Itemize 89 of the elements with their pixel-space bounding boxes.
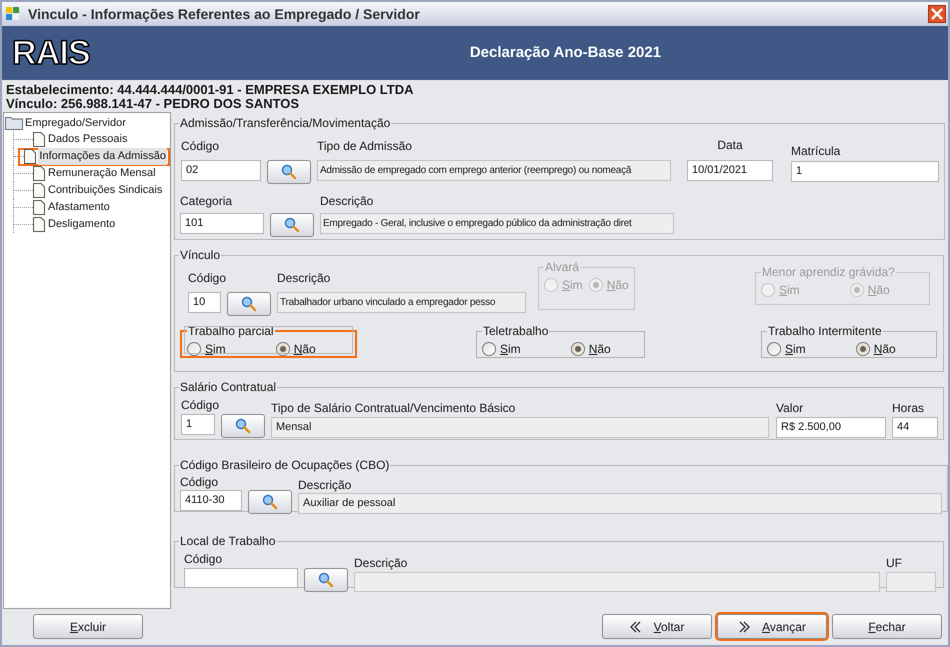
search-button[interactable]: [270, 213, 314, 237]
text-field[interactable]: Mensal: [271, 417, 769, 438]
document-icon: [33, 217, 45, 232]
tree-item[interactable]: Informações da Admissão: [18, 148, 170, 166]
field-label: Data: [717, 137, 743, 154]
field-label: UF: [886, 555, 902, 572]
group-title: Alvará: [544, 259, 580, 276]
search-icon: [262, 494, 278, 510]
search-button[interactable]: [304, 568, 348, 592]
search-button[interactable]: [221, 414, 265, 438]
field-label: Código: [181, 138, 220, 155]
folder-icon: [5, 116, 23, 130]
search-icon: [241, 296, 257, 312]
search-icon: [284, 217, 300, 233]
info-line: Vínculo: 256.988.141-47 - PEDRO DOS SANTOS: [6, 97, 300, 111]
document-icon: [33, 166, 45, 181]
group-title: Menor aprendiz grávida?: [761, 264, 896, 281]
text-field[interactable]: 10: [188, 292, 221, 313]
text-field[interactable]: [184, 568, 298, 588]
field-label: Código: [180, 474, 218, 491]
field-label: Descrição: [354, 555, 408, 572]
field-label: Tipo de Salário Contratual/Vencimento Básico: [271, 400, 516, 417]
document-icon: [33, 200, 45, 215]
document-icon: [33, 183, 45, 198]
field-label: Descrição: [298, 477, 352, 494]
radio-option[interactable]: Não: [570, 340, 611, 358]
header-title: Declaração Ano-Base 2021: [470, 42, 662, 63]
tree-item[interactable]: Remuneração Mensal: [33, 164, 158, 182]
close-button[interactable]: [928, 5, 946, 23]
field-label: Descrição: [320, 193, 374, 210]
dialog-button[interactable]: Fechar: [832, 614, 942, 639]
group-title: Teletrabalho: [482, 323, 550, 340]
text-field[interactable]: 4110-30: [180, 490, 242, 511]
group-title: Código Brasileiro de Ocupações (CBO): [179, 457, 390, 474]
radio-option[interactable]: Não: [856, 340, 896, 358]
field-label: Tipo de Admissão: [317, 138, 412, 155]
info-line: Estabelecimento: 44.444.444/0001-91 - EMPRESA EXEMPLO LTDA: [6, 83, 414, 97]
search-button[interactable]: [267, 160, 311, 184]
group-title: Salário Contratual: [179, 379, 278, 396]
text-field[interactable]: 44: [892, 417, 938, 438]
text-field[interactable]: R$ 2.500,00: [776, 417, 886, 438]
logo: RAIS: [12, 32, 90, 74]
field-label: Descrição: [277, 270, 330, 287]
field-label: Matrícula: [791, 143, 840, 160]
search-icon: [281, 164, 297, 180]
text-field[interactable]: [354, 572, 880, 592]
document-icon: [33, 132, 45, 147]
radio-option[interactable]: Sim: [482, 340, 521, 358]
text-field[interactable]: Trabalhador urbano vinculado a empregador pesso: [277, 292, 526, 313]
text-field[interactable]: 10/01/2021: [687, 160, 773, 181]
search-icon: [235, 418, 251, 434]
search-icon: [318, 572, 334, 588]
field-label: Código: [181, 397, 220, 414]
back-button[interactable]: Voltar: [602, 614, 712, 639]
text-field[interactable]: Admissão de empregado com emprego anterior (reemprego) ou nomeaçã: [317, 160, 671, 181]
close-icon: [931, 8, 943, 20]
tree-item[interactable]: Dados Pessoais: [33, 130, 130, 148]
double-chevron-left-icon: [630, 620, 642, 632]
window-title: Vinculo - Informações Referentes ao Empregado / Servidor: [28, 4, 420, 24]
text-field[interactable]: Auxiliar de pessoal: [298, 493, 942, 514]
search-button[interactable]: [248, 490, 292, 514]
tree-label: Empregado/Servidor: [25, 116, 126, 131]
text-field[interactable]: Empregado - Geral, inclusive o empregado público da administração diret: [320, 213, 674, 234]
field-label: Valor: [776, 400, 804, 417]
search-button[interactable]: [227, 292, 271, 316]
text-field[interactable]: 1: [181, 414, 215, 435]
text-field[interactable]: [886, 572, 936, 592]
field-label: Código: [188, 270, 226, 287]
field-label: Horas: [892, 400, 924, 417]
tree-item[interactable]: Contribuições Sindicais: [33, 182, 164, 200]
group-title: Admissão/Transferência/Movimentação: [179, 115, 392, 132]
text-field[interactable]: 02: [181, 160, 261, 181]
group-title: Vínculo: [179, 247, 222, 264]
field-label: Categoria: [180, 193, 232, 210]
text-field[interactable]: 101: [180, 213, 264, 234]
radio-option[interactable]: Não: [276, 340, 316, 358]
field-label: Código: [184, 551, 222, 568]
radio-option[interactable]: Sim: [767, 340, 806, 358]
group-title: Trabalho parcial: [187, 323, 275, 340]
double-chevron-right-icon: [738, 620, 750, 632]
tree-item[interactable]: Desligamento: [33, 216, 118, 234]
tree-item[interactable]: Afastamento: [33, 198, 112, 216]
group-title: Local de Trabalho: [179, 533, 276, 550]
group-title: Trabalho Intermitente: [767, 323, 883, 340]
app-icon: [6, 7, 20, 21]
text-field[interactable]: 1: [791, 161, 939, 182]
radio-option[interactable]: Sim: [187, 340, 226, 358]
next-button[interactable]: Avançar: [717, 614, 827, 639]
dialog-button[interactable]: Excluir: [33, 614, 143, 639]
